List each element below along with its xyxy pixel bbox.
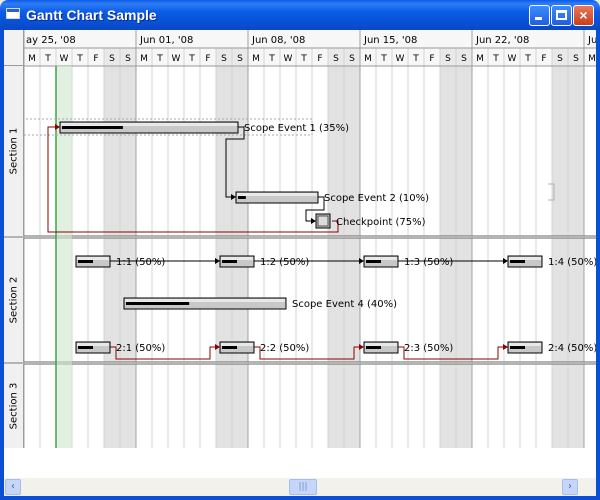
day-label: T [412,54,419,64]
title-bar[interactable]: Gantt Chart Sample × [0,0,600,30]
day-label: S [125,54,131,64]
task-bar-highlight [61,123,237,126]
task-label: 2:2 (50%) [260,343,309,354]
gantt-window: Gantt Chart Sample × MTWTFSSMTWTFSSMTWTF… [0,0,600,500]
task-label: Scope Event 1 (35%) [244,123,349,134]
task-label: 1:3 (50%) [404,257,453,268]
day-label: T [156,54,163,64]
gantt-chart[interactable]: MTWTFSSMTWTFSSMTWTFSSMTWTFSSMTWTFSSMTay … [4,30,596,448]
minimize-button[interactable] [529,5,550,26]
week-label: Jun 08, '08 [251,35,305,46]
section-label-1: Section 1 [4,66,24,236]
task-bar-highlight [221,257,253,260]
day-label: F [429,54,434,64]
day-label: M [140,54,148,64]
window-border-left [0,30,4,500]
day-label: M [476,54,484,64]
client-area: MTWTFSSMTWTFSSMTWTFSSMTWTFSSMTWTFSSMTay … [4,30,596,496]
day-label: S [445,54,451,64]
week-label: Jun 2 [587,35,596,46]
task-bar-highlight [509,343,541,346]
dependency-line [47,126,339,233]
task-label: Checkpoint (75%) [336,217,426,228]
horizontal-scrollbar[interactable]: ‹ ||| › [4,478,596,496]
window-title: Gantt Chart Sample [26,7,157,23]
section-label-text: Section 1 [8,127,19,175]
maximize-button[interactable] [551,5,572,26]
section-label-2: Section 2 [4,238,24,362]
day-label: S [109,54,115,64]
scroll-left-button[interactable]: ‹ [5,479,21,495]
day-label: M [588,54,596,64]
task-label: Scope Event 4 (40%) [292,299,397,310]
day-label: T [188,54,195,64]
section-label-text: Section 2 [8,276,19,324]
dependency-arrowhead [503,344,508,350]
day-label: W [508,54,517,64]
day-label: T [380,54,387,64]
close-button[interactable]: × [573,5,594,26]
gantt-canvas[interactable]: MTWTFSSMTWTFSSMTWTFSSMTWTFSSMTWTFSSMTay … [4,30,596,448]
day-label: S [461,54,467,64]
day-label: T [300,54,307,64]
week-label: Jun 22, '08 [475,35,529,46]
day-label: S [573,54,579,64]
section-label-3: Section 3 [4,364,24,448]
day-label: F [317,54,322,64]
day-label: W [172,54,181,64]
dependency-arrowhead [311,218,316,224]
window-border-right [596,30,600,500]
day-label: T [76,54,83,64]
day-label: T [44,54,51,64]
task-bar-highlight [365,343,397,346]
day-label: W [60,54,69,64]
day-label: F [541,54,546,64]
task-label: 2:1 (50%) [116,343,165,354]
task-bar-highlight [77,343,109,346]
day-label: F [205,54,210,64]
week-label: Jun 15, '08 [363,35,417,46]
day-label: M [28,54,36,64]
day-label: W [284,54,293,64]
day-label: S [221,54,227,64]
scroll-thumb[interactable]: ||| [289,479,317,495]
day-label: F [93,54,98,64]
task-bar-highlight [509,257,541,260]
task-label: 1:1 (50%) [116,257,165,268]
dependency-arrowhead [359,258,364,264]
window-app-icon [6,8,20,19]
dependency-arrowhead [503,258,508,264]
window-border-bottom [0,496,600,500]
task-label: Scope Event 2 (10%) [324,193,429,204]
day-label: S [237,54,243,64]
day-label: S [333,54,339,64]
dependency-arrowhead [359,344,364,350]
day-label: T [268,54,275,64]
section-label-text: Section 3 [8,382,19,430]
task-bar-highlight [77,257,109,260]
task-label: 2:4 (50%) [548,343,596,354]
week-label: Jun 01, '08 [139,35,193,46]
day-label: W [396,54,405,64]
day-label: T [524,54,531,64]
scroll-right-button[interactable]: › [562,479,578,495]
day-label: S [349,54,355,64]
milestone-inner [317,215,329,227]
weekend-column [456,66,472,448]
task-label: 2:3 (50%) [404,343,453,354]
task-bar-highlight [221,343,253,346]
task-bar-highlight [125,299,285,302]
task-label: 1:4 (50%) [548,257,596,268]
task-label: 1:2 (50%) [260,257,309,268]
task-bar-highlight [237,193,317,196]
day-label: M [364,54,372,64]
day-label: M [252,54,260,64]
task-bar-highlight [365,257,397,260]
week-label: ay 25, '08 [26,35,76,46]
day-label: T [492,54,499,64]
day-label: S [557,54,563,64]
